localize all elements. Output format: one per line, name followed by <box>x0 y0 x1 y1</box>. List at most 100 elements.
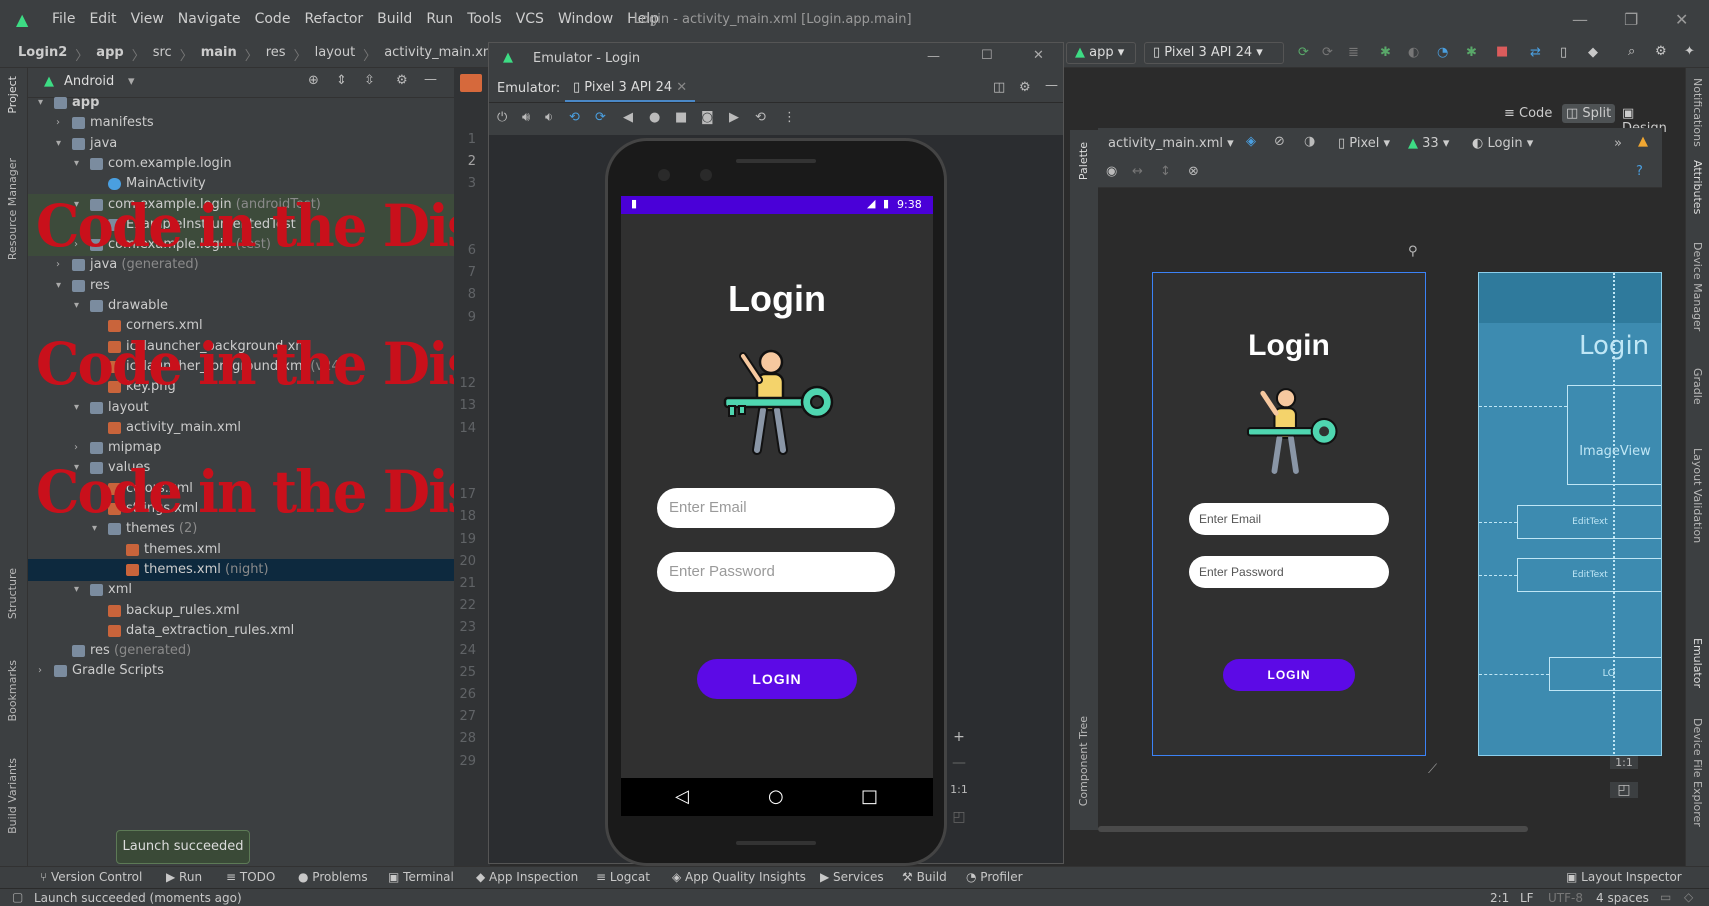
chevron-icon[interactable]: ▾ <box>56 133 61 155</box>
layout-file-select[interactable]: activity_main.xml ▾ <box>1108 136 1234 151</box>
chevron-icon[interactable]: ▾ <box>56 275 61 297</box>
attach-process-icon[interactable]: ✱ <box>1466 45 1477 60</box>
menu-code[interactable]: Code <box>255 11 291 27</box>
terminal-tab[interactable]: ▣ Terminal <box>388 870 454 884</box>
project-tree-item[interactable]: › Gradle Scripts <box>28 660 454 682</box>
structure-tool-tab[interactable]: Structure <box>6 568 19 619</box>
theme-select[interactable]: ◐ Login ▾ <box>1472 136 1533 151</box>
project-tree-item[interactable]: themes.xml (night) <box>28 558 454 581</box>
power-icon[interactable]: ⏻ <box>497 110 507 125</box>
version-control-tab[interactable]: ⑂ Version Control <box>40 870 142 884</box>
volume-up-icon[interactable]: 🔊︎ <box>522 110 530 125</box>
vertical-resize-icon[interactable]: ↕ <box>1160 164 1171 179</box>
zoom-in-icon[interactable]: + <box>945 729 973 745</box>
project-tree-item[interactable]: activity_main.xml <box>28 417 454 439</box>
notifications-tool-tab[interactable]: Notifications <box>1691 78 1704 147</box>
apply-changes-icon[interactable]: ⟳ <box>1322 45 1333 60</box>
chevron-icon[interactable]: ▾ <box>74 295 79 317</box>
sync-gradle-icon[interactable]: ⇄ <box>1530 45 1541 60</box>
app-inspection-tab[interactable]: ◆ App Inspection <box>476 870 578 884</box>
chevron-down-icon[interactable]: ▾ <box>128 74 135 89</box>
eye-icon[interactable]: ◉ <box>1106 164 1117 179</box>
tab-close-icon[interactable]: ✕ <box>676 80 687 95</box>
project-tree-item[interactable]: ▾ xml <box>28 579 454 601</box>
resource-manager-tool-tab[interactable]: Resource Manager <box>6 158 19 260</box>
menu-refactor[interactable]: Refactor <box>304 11 363 27</box>
bookmarks-tool-tab[interactable]: Bookmarks <box>6 660 19 721</box>
login-button[interactable]: LOGIN <box>697 659 857 699</box>
record-icon[interactable]: ▶ <box>729 110 739 125</box>
device-file-explorer-tool-tab[interactable]: Device File Explorer <box>1691 718 1704 827</box>
breadcrumb-main[interactable]: main <box>201 45 237 64</box>
expand-all-icon[interactable]: ⇕ <box>336 73 347 88</box>
hide-panel-icon[interactable]: — <box>424 72 437 87</box>
close-icon[interactable]: ✕ <box>1675 10 1688 29</box>
component-tree-tab[interactable]: Component Tree <box>1077 716 1090 806</box>
rotate-left-icon[interactable]: ⟲ <box>569 110 580 125</box>
phone-recents-icon[interactable]: □ <box>861 786 878 807</box>
project-tree-item[interactable]: themes.xml <box>28 539 454 561</box>
rerun-icon[interactable]: ⟳ <box>1298 45 1309 60</box>
screenshot-icon[interactable]: ◙ <box>701 110 714 125</box>
night-mode-icon[interactable]: ◑ <box>1304 134 1315 149</box>
search-icon[interactable]: ⌕ <box>1628 44 1635 59</box>
apply-code-changes-icon[interactable]: ≣ <box>1348 45 1359 60</box>
build-variants-tool-tab[interactable]: Build Variants <box>6 758 19 834</box>
options-icon[interactable]: ⚙ <box>396 73 408 88</box>
home-icon[interactable]: ● <box>649 110 660 125</box>
preview-login-button[interactable]: LOGIN <box>1223 659 1355 691</box>
breadcrumb-layout[interactable]: layout <box>315 45 356 64</box>
emulator-minimize-icon[interactable]: — <box>927 49 940 64</box>
attach-debugger-icon[interactable]: ◐ <box>1408 45 1419 60</box>
settings-icon[interactable]: ⚙ <box>1655 44 1667 59</box>
minimize-icon[interactable]: — <box>1572 10 1588 29</box>
preview-password-field[interactable]: Enter Password <box>1189 556 1389 588</box>
split-mode-button[interactable]: ◫ Split <box>1562 104 1616 123</box>
project-tree-item[interactable]: data_extraction_rules.xml <box>28 620 454 642</box>
orientation-icon[interactable]: ⊘ <box>1274 134 1285 149</box>
project-tree-item[interactable]: › manifests <box>28 112 454 134</box>
project-tree-item[interactable]: › mipmap <box>28 437 454 459</box>
zoom-out-icon[interactable]: — <box>945 755 973 771</box>
chevron-icon[interactable]: ▾ <box>38 92 43 114</box>
help-icon[interactable]: ? <box>1636 164 1643 179</box>
back-icon[interactable]: ◀ <box>623 110 633 125</box>
attributes-tool-tab[interactable]: Attributes <box>1691 160 1704 214</box>
status-toggle-icon[interactable]: ▢ <box>12 890 23 904</box>
menu-navigate[interactable]: Navigate <box>178 11 241 27</box>
chevron-icon[interactable]: ▾ <box>74 579 79 601</box>
magnet-icon[interactable]: ⊗ <box>1188 164 1199 179</box>
layout-validation-tool-tab[interactable]: Layout Validation <box>1691 448 1704 543</box>
locate-icon[interactable]: ⊕ <box>308 73 319 88</box>
breadcrumb-project[interactable]: Login2 <box>18 45 67 64</box>
run-config-select[interactable]: ▲ app ▾ <box>1066 42 1136 64</box>
debug-icon[interactable]: ✱ <box>1380 45 1391 60</box>
line-separator[interactable]: LF <box>1520 891 1534 905</box>
resize-handle-icon[interactable]: ⟋ <box>1428 762 1437 777</box>
project-tree-item[interactable]: ▾ app <box>28 92 454 114</box>
phone-home-icon[interactable]: ○ <box>768 786 784 807</box>
stop-icon[interactable]: ■ <box>1496 44 1508 59</box>
emulator-settings-icon[interactable]: ⚙ <box>1019 80 1031 95</box>
project-tree-item[interactable]: ▾ layout <box>28 397 454 419</box>
blueprint-view[interactable]: Login ImageView EditText EditText LO <box>1478 272 1662 756</box>
problems-tab[interactable]: ● Problems <box>298 870 368 884</box>
rotate-right-icon[interactable]: ⟳ <box>595 110 606 125</box>
code-mode-button[interactable]: ≡ Code <box>1504 106 1552 121</box>
emulator-close-icon[interactable]: ✕ <box>1033 48 1044 63</box>
device-select-design[interactable]: ▯ Pixel ▾ <box>1338 136 1390 151</box>
profile-icon[interactable]: ◔ <box>1437 45 1448 60</box>
menu-tools[interactable]: Tools <box>467 11 502 27</box>
horizontal-resize-icon[interactable]: ↔ <box>1132 164 1143 179</box>
breadcrumb-file[interactable]: activity_main.xml <box>384 45 499 64</box>
email-field[interactable]: Enter Email <box>657 488 895 528</box>
gemini-icon[interactable]: ✦ <box>1684 44 1695 59</box>
emulator-device-tab[interactable]: ▯ Pixel 3 API 24 ✕ <box>565 75 695 102</box>
project-tool-tab[interactable]: Project <box>6 76 19 114</box>
layers-icon[interactable]: ◈ <box>1246 134 1256 149</box>
device-select[interactable]: ▯ Pixel 3 API 24 ▾ <box>1144 42 1284 64</box>
app-quality-insights-tab[interactable]: ◈ App Quality Insights <box>672 870 806 884</box>
caret-position[interactable]: 2:1 <box>1490 891 1509 905</box>
phone-screen[interactable]: Login Enter Email Enter Password LOGIN <box>621 196 933 816</box>
emulator-maximize-icon[interactable]: ☐ <box>981 48 993 63</box>
